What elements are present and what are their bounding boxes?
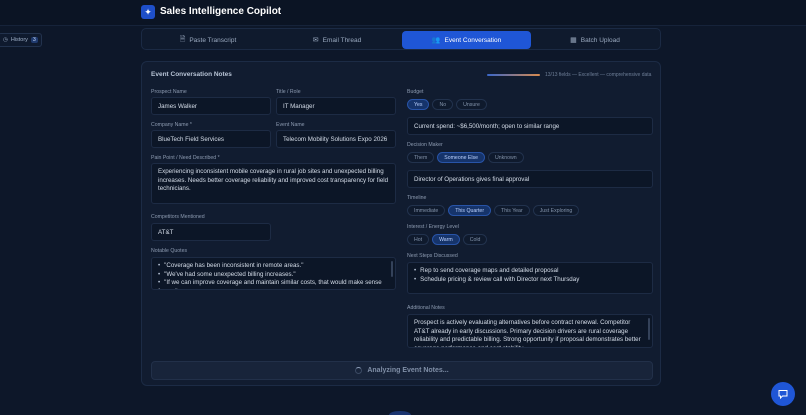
mail-icon: ✉ [312, 37, 319, 44]
tab-email-thread[interactable]: ✉ Email Thread [272, 31, 402, 49]
title-role-input[interactable]: IT Manager [276, 97, 396, 115]
pain-point-textarea[interactable]: Experiencing inconsistent mobile coverag… [151, 163, 396, 204]
company-name-label: Company Name * [151, 122, 192, 128]
company-name-input[interactable]: BlueTech Field Services [151, 130, 271, 148]
event-notes-card: Event Conversation Notes 13/13 fields — … [141, 61, 661, 386]
title-role-label: Title / Role [276, 89, 301, 95]
tab-batch-upload[interactable]: ▦ Batch Upload [531, 31, 659, 49]
event-name-input[interactable]: Telecom Mobility Solutions Expo 2026 [276, 130, 396, 148]
history-button[interactable]: ◷ History 3 [0, 33, 42, 47]
decision-maker-option-someone-else[interactable]: Someone Else [437, 152, 486, 163]
next-steps-textarea[interactable]: Rep to send coverage maps and detailed p… [407, 262, 653, 294]
competitors-input[interactable]: AT&T [151, 223, 271, 241]
people-icon: 👥 [431, 37, 441, 44]
quote-item: "We've had some unexpected billing incre… [158, 271, 389, 280]
completeness-bar [487, 74, 540, 76]
timeline-option-this-quarter[interactable]: This Quarter [448, 205, 492, 216]
history-label: History [10, 37, 28, 43]
top-bar: ✦ Sales Intelligence Copilot [0, 0, 806, 26]
decision-maker-option-them[interactable]: Them [407, 152, 435, 163]
timeline-options: Immediate This Quarter This Year Just Ex… [407, 205, 580, 216]
prospect-name-input[interactable]: James Walker [151, 97, 271, 115]
timeline-option-immediate[interactable]: Immediate [407, 205, 446, 216]
completeness-text: 13/13 fields — Excellent — comprehensive… [545, 72, 652, 78]
calendar-icon: ▦ [570, 37, 577, 44]
pain-point-label: Pain Point / Need Described * [151, 155, 220, 161]
budget-detail-input[interactable]: Current spend: ~$6,500/month; open to si… [407, 117, 653, 135]
budget-options: Yes No Unsure [407, 99, 487, 110]
completeness-indicator: 13/13 fields — Excellent — comprehensive… [487, 72, 651, 78]
completeness-bar-fill [487, 74, 540, 76]
tab-label: Event Conversation [444, 36, 502, 44]
document-icon: 🗎 [179, 35, 186, 43]
timeline-label: Timeline [407, 195, 427, 201]
analyze-button[interactable]: Analyzing Event Notes... [151, 361, 653, 380]
timeline-option-just-exploring[interactable]: Just Exploring [532, 205, 580, 216]
interest-options: Hot Warm Cold [407, 234, 488, 245]
next-step-item: Rep to send coverage maps and detailed p… [414, 267, 646, 276]
quote-item: "Coverage has been inconsistent in remot… [158, 262, 389, 271]
budget-option-no[interactable]: No [432, 99, 454, 110]
quotes-scrollbar[interactable] [391, 261, 393, 277]
notable-quotes-label: Notable Quotes [151, 248, 188, 254]
card-title: Event Conversation Notes [151, 71, 232, 78]
decision-maker-detail-input[interactable]: Director of Operations gives final appro… [407, 170, 653, 188]
next-step-item: Schedule pricing & review call with Dire… [414, 276, 646, 285]
interest-option-hot[interactable]: Hot [407, 234, 430, 245]
analyze-button-label: Analyzing Event Notes... [367, 367, 449, 374]
notes-scrollbar[interactable] [648, 318, 650, 340]
scroll-indicator [389, 411, 411, 415]
app-title: Sales Intelligence Copilot [160, 6, 282, 17]
decision-maker-option-unknown[interactable]: Unknown [488, 152, 524, 163]
event-name-label: Event Name [276, 122, 305, 128]
budget-label: Budget [407, 89, 424, 95]
additional-notes-textarea[interactable]: Prospect is actively evaluating alternat… [407, 314, 653, 348]
chat-glyph [778, 390, 788, 399]
budget-option-unsure[interactable]: Unsure [456, 99, 487, 110]
tab-event-conversation[interactable]: 👥 Event Conversation [402, 31, 531, 49]
prospect-name-label: Prospect Name [151, 89, 187, 95]
budget-option-yes[interactable]: Yes [407, 99, 430, 110]
input-mode-tabs: 🗎 Paste Transcript ✉ Email Thread 👥 Even… [141, 28, 661, 50]
tab-paste-transcript[interactable]: 🗎 Paste Transcript [144, 31, 272, 49]
sparkle-icon: ✦ [141, 5, 155, 19]
additional-notes-label: Additional Notes [407, 305, 445, 311]
competitors-label: Competitors Mentioned [151, 214, 205, 220]
tab-label: Paste Transcript [189, 36, 237, 44]
history-count-badge: 3 [30, 37, 38, 43]
quote-item: "If we can improve coverage and maintain… [158, 279, 389, 289]
loading-spinner-icon [355, 367, 363, 374]
timeline-option-this-year[interactable]: This Year [494, 205, 530, 216]
tab-label: Batch Upload [580, 36, 620, 44]
chat-bubble-icon[interactable] [771, 382, 795, 406]
tab-label: Email Thread [322, 36, 362, 44]
decision-maker-options: Them Someone Else Unknown [407, 152, 524, 163]
notable-quotes-textarea[interactable]: "Coverage has been inconsistent in remot… [151, 257, 396, 290]
interest-option-cold[interactable]: Cold [462, 234, 488, 245]
additional-notes-text: Prospect is actively evaluating alternat… [414, 319, 641, 348]
clock-icon: ◷ [3, 37, 8, 43]
next-steps-label: Next Steps Discussed [407, 253, 458, 259]
decision-maker-label: Decision Maker [407, 142, 443, 148]
interest-option-warm[interactable]: Warm [432, 234, 460, 245]
interest-label: Interest / Energy Level [407, 224, 459, 230]
